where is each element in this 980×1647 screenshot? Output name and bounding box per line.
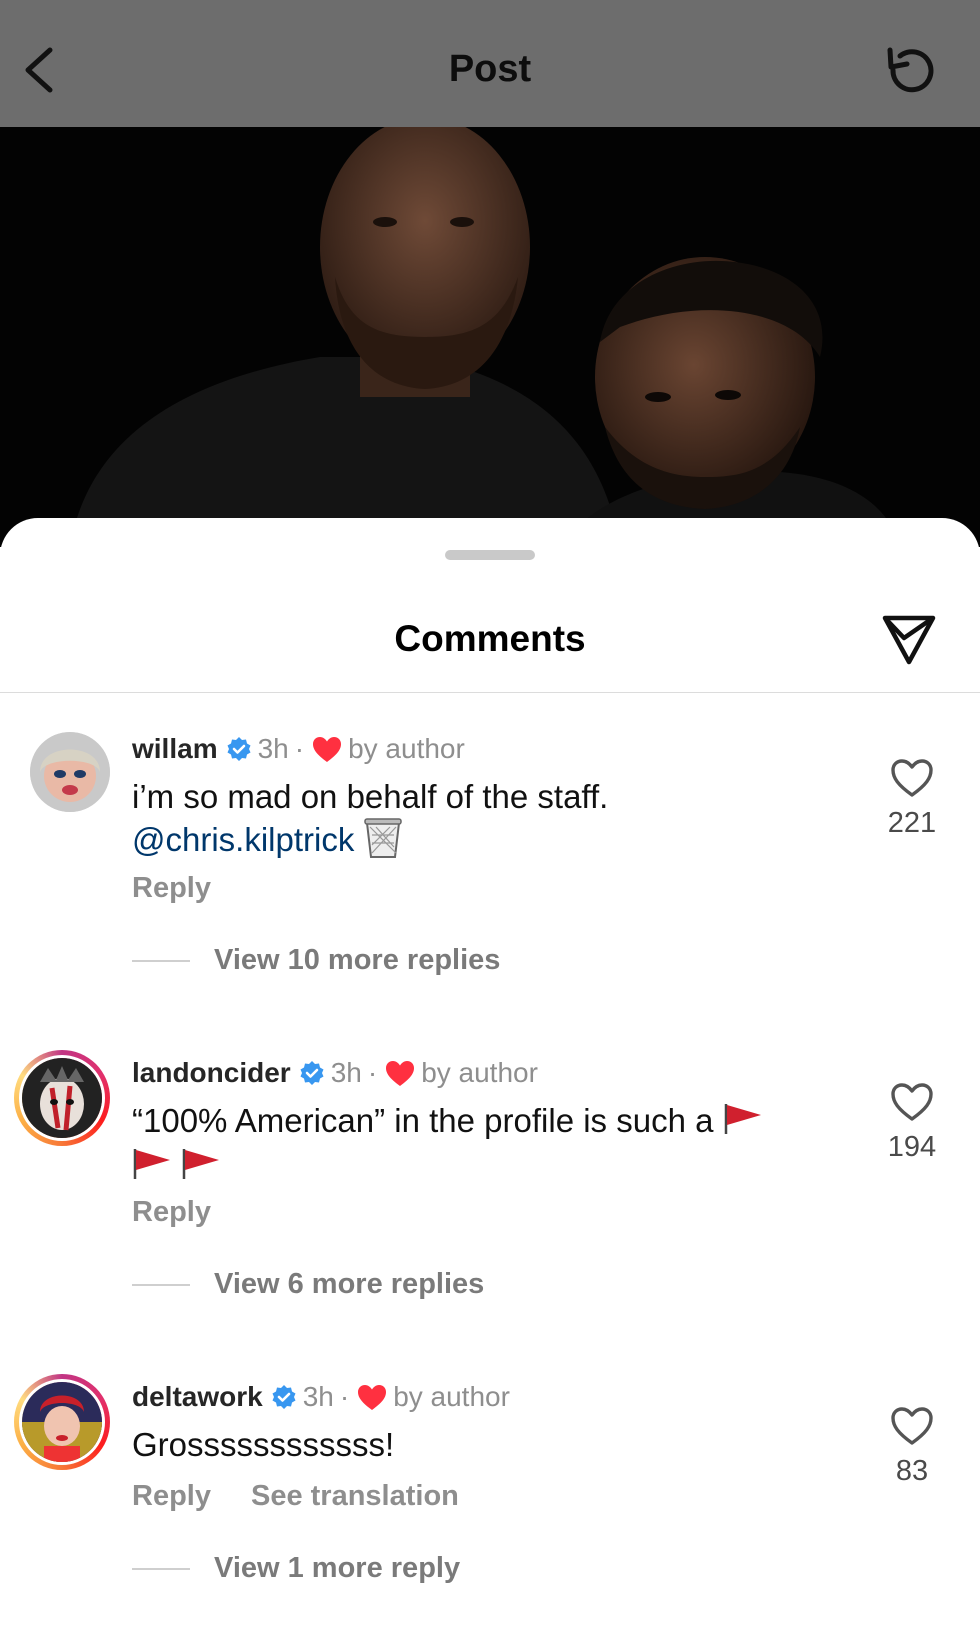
share-button[interactable] bbox=[880, 610, 938, 668]
like-count: 221 bbox=[887, 807, 937, 839]
see-translation-button[interactable]: See translation bbox=[251, 1480, 459, 1513]
liked-by-author: by author bbox=[421, 1057, 538, 1088]
like-area: 83 bbox=[882, 1406, 942, 1488]
verified-badge-icon bbox=[299, 1060, 325, 1086]
comment-body: i’m so mad on behalf of the staff. bbox=[132, 778, 609, 815]
author-liked-heart-icon bbox=[385, 1060, 415, 1087]
comment-text: Grossssssssssss! bbox=[132, 1424, 832, 1465]
comment-time: 3h bbox=[257, 733, 289, 764]
view-replies-label: View 10 more replies bbox=[214, 944, 501, 976]
username[interactable]: landoncider bbox=[132, 1057, 291, 1089]
post-photo bbox=[0, 127, 980, 547]
verified-badge-icon bbox=[271, 1384, 297, 1410]
wastebasket-icon bbox=[363, 817, 402, 868]
post-image bbox=[0, 127, 980, 547]
avatar-image bbox=[22, 1382, 102, 1462]
comment-text: i’m so mad on behalf of the staff. @chri… bbox=[132, 776, 832, 868]
paper-plane-icon bbox=[882, 615, 936, 665]
username[interactable]: deltawork bbox=[132, 1381, 263, 1413]
username[interactable]: willam bbox=[132, 733, 218, 765]
red-flag-icon bbox=[181, 1147, 221, 1190]
replies-line bbox=[132, 1567, 190, 1570]
comments-sheet: Comments willam 3h · by author i’m so ma… bbox=[0, 518, 980, 1647]
heart-outline-icon bbox=[891, 759, 933, 797]
like-button[interactable] bbox=[890, 758, 934, 798]
page-title: Post bbox=[448, 48, 532, 90]
view-replies-button[interactable]: View 10 more replies bbox=[132, 944, 500, 977]
heart-outline-icon bbox=[891, 1407, 933, 1445]
like-area: 221 bbox=[882, 758, 942, 840]
avatar[interactable] bbox=[30, 732, 110, 812]
refresh-icon bbox=[887, 47, 934, 93]
heart-outline-icon bbox=[891, 1083, 933, 1121]
comment-actions: Reply See translation bbox=[132, 1480, 459, 1513]
comment-time: 3h bbox=[330, 1057, 362, 1088]
comment-text: “100% American” in the profile is such a bbox=[132, 1100, 832, 1190]
comment-actions: Reply bbox=[132, 1196, 211, 1229]
comments-title: Comments bbox=[394, 618, 586, 659]
reply-button[interactable]: Reply bbox=[132, 872, 211, 905]
separator: · bbox=[294, 733, 305, 764]
like-button[interactable] bbox=[890, 1406, 934, 1446]
author-liked-heart-icon bbox=[357, 1384, 387, 1411]
avatar-story-ring[interactable] bbox=[14, 1374, 110, 1470]
comment-time: 3h bbox=[302, 1381, 334, 1412]
avatar-story-ring[interactable] bbox=[14, 1050, 110, 1146]
comment-header: willam 3h · by author bbox=[132, 732, 465, 766]
like-count: 83 bbox=[895, 1455, 929, 1487]
reply-button[interactable]: Reply bbox=[132, 1480, 211, 1513]
view-replies-label: View 6 more replies bbox=[214, 1268, 485, 1300]
top-bar: Post bbox=[0, 0, 980, 127]
comment-header: deltawork 3h · by author bbox=[132, 1380, 510, 1414]
drag-handle[interactable] bbox=[445, 550, 535, 560]
view-replies-label: View 1 more reply bbox=[214, 1552, 461, 1584]
avatar-image bbox=[22, 1058, 102, 1138]
view-replies-button[interactable]: View 1 more reply bbox=[132, 1552, 460, 1585]
like-button[interactable] bbox=[890, 1082, 934, 1122]
liked-by-author: by author bbox=[393, 1381, 510, 1412]
liked-by-author: by author bbox=[348, 733, 465, 764]
verified-badge-icon bbox=[226, 736, 252, 762]
comment-body: “100% American” in the profile is such a bbox=[132, 1102, 714, 1139]
mention-link[interactable]: @chris.kilptrick bbox=[132, 821, 354, 858]
divider bbox=[0, 692, 980, 693]
separator: · bbox=[367, 1057, 378, 1088]
comment-body: Grossssssssssss! bbox=[132, 1426, 395, 1463]
separator: · bbox=[339, 1381, 350, 1412]
red-flag-icon bbox=[723, 1102, 763, 1145]
avatar-image bbox=[30, 732, 110, 812]
red-flag-icon bbox=[132, 1147, 172, 1190]
author-liked-heart-icon bbox=[312, 736, 342, 763]
avatar bbox=[19, 1379, 105, 1465]
refresh-button[interactable] bbox=[878, 40, 942, 104]
comment-header: landoncider 3h · by author bbox=[132, 1056, 538, 1090]
reply-button[interactable]: Reply bbox=[132, 1196, 211, 1229]
view-replies-button[interactable]: View 6 more replies bbox=[132, 1268, 484, 1301]
comment-actions: Reply bbox=[132, 872, 211, 905]
replies-line bbox=[132, 1283, 190, 1286]
avatar bbox=[19, 1055, 105, 1141]
like-area: 194 bbox=[882, 1082, 942, 1164]
replies-line bbox=[132, 959, 190, 962]
like-count: 194 bbox=[887, 1131, 937, 1163]
